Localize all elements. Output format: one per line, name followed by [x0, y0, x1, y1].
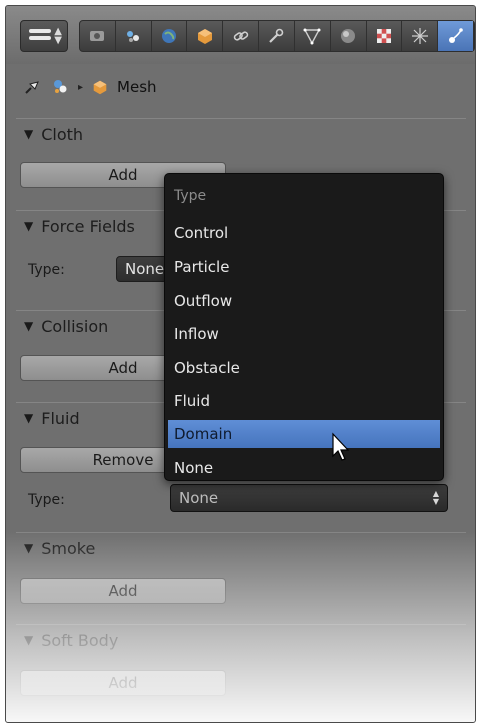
panel-title: Cloth — [41, 124, 84, 144]
collapse-triangle-icon: ▼ — [24, 127, 34, 141]
physics-orbit-icon — [448, 28, 463, 43]
editor-type-button[interactable]: ▲ ▼ — [20, 20, 68, 52]
menu-item-outflow[interactable]: Outflow — [168, 287, 440, 315]
mesh-data-icon — [303, 28, 321, 45]
scene-icon — [127, 31, 140, 42]
menu-item-particle[interactable]: Particle — [168, 253, 440, 281]
panel-title: Smoke — [41, 538, 96, 558]
tab-physics[interactable] — [438, 21, 474, 51]
fluid-type-select[interactable]: None ▲ ▼ — [170, 484, 448, 512]
menu-item-control[interactable]: Control — [168, 219, 440, 247]
context-tabs — [79, 20, 475, 52]
object-cube-icon — [93, 80, 107, 95]
tab-modifiers[interactable] — [259, 21, 295, 51]
panel-title: Fluid — [41, 408, 80, 428]
collapse-triangle-icon: ▼ — [24, 541, 34, 555]
tab-render[interactable] — [80, 21, 116, 51]
menu-item-none[interactable]: None — [168, 454, 440, 482]
updown-arrows-icon: ▲ ▼ — [54, 26, 62, 46]
wrench-icon — [269, 28, 284, 43]
tab-scene[interactable] — [116, 21, 152, 51]
texture-checker-icon — [376, 29, 391, 43]
tab-particles[interactable] — [402, 21, 439, 51]
fluid-type-label: Type: — [28, 492, 65, 508]
updown-arrows-icon: ▲ ▼ — [432, 489, 439, 506]
panel-cloth-header[interactable]: ▼ Cloth — [16, 118, 466, 149]
collapse-triangle-icon: ▼ — [24, 633, 34, 647]
editor-type-icon — [29, 29, 51, 44]
mouse-pointer-icon — [332, 432, 350, 461]
tab-material[interactable] — [331, 21, 367, 51]
menu-item-domain[interactable]: Domain — [168, 420, 440, 448]
properties-toolbar: ▲ ▼ — [6, 6, 475, 64]
link-icon — [233, 31, 248, 41]
tab-texture[interactable] — [367, 21, 403, 51]
fluid-type-menu: Type Control Particle Outflow Inflow Obs… — [164, 173, 444, 481]
pin-icon[interactable] — [22, 77, 42, 97]
material-sphere-icon — [341, 29, 356, 43]
object-cube-icon — [197, 29, 212, 44]
panel-soft-body-header[interactable]: ▼ Soft Body — [16, 624, 466, 655]
tab-data[interactable] — [295, 21, 331, 51]
collapse-triangle-icon: ▼ — [24, 319, 34, 333]
breadcrumb-separator-icon: ▸ — [78, 81, 84, 93]
breadcrumb-object-label: Mesh — [117, 78, 157, 96]
smoke-add-button[interactable]: Add — [20, 578, 226, 604]
panel-title: Collision — [41, 316, 109, 336]
panel-smoke-header[interactable]: ▼ Smoke — [16, 532, 466, 563]
menu-item-obstacle[interactable]: Obstacle — [168, 354, 440, 382]
menu-item-inflow[interactable]: Inflow — [168, 320, 440, 348]
collapse-triangle-icon: ▼ — [24, 219, 34, 233]
collapse-triangle-icon: ▼ — [24, 411, 34, 425]
menu-item-fluid[interactable]: Fluid — [168, 387, 440, 415]
tab-world[interactable] — [152, 21, 188, 51]
panel-title: Soft Body — [41, 630, 119, 650]
particles-icon — [411, 28, 428, 44]
force-field-type-label: Type: — [28, 262, 65, 278]
breadcrumb: ▸ Mesh — [22, 70, 462, 104]
menu-title: Type — [174, 188, 207, 204]
scene-icon — [54, 80, 67, 93]
soft-body-add-button[interactable]: Add — [20, 670, 226, 696]
tab-object[interactable] — [187, 21, 224, 51]
camera-icon — [90, 31, 105, 41]
world-icon — [162, 29, 177, 43]
fluid-type-value: None — [179, 489, 219, 507]
panel-title: Force Fields — [41, 216, 135, 236]
tab-constraints[interactable] — [223, 21, 260, 51]
